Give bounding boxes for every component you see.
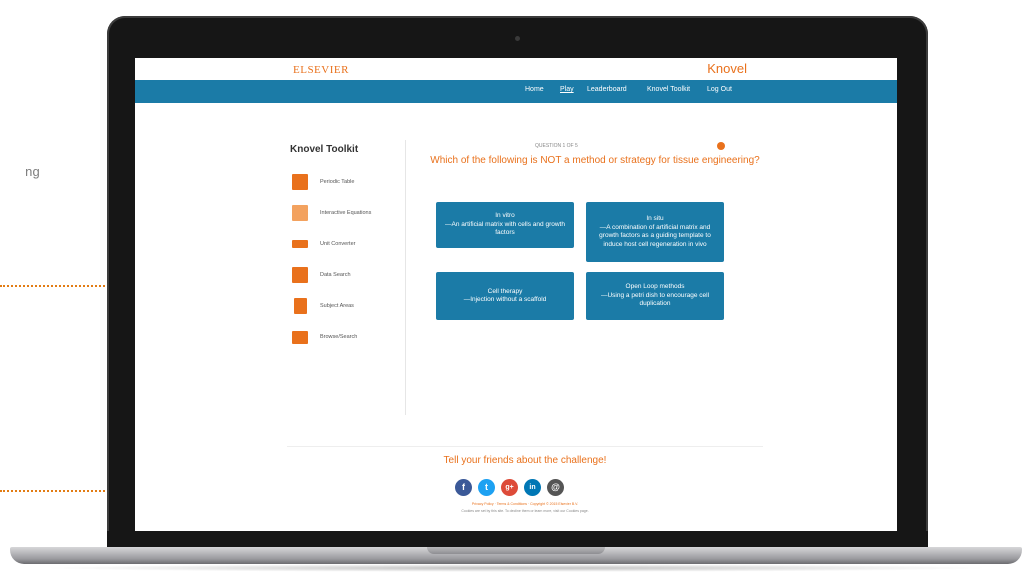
periodic-table-icon xyxy=(292,174,308,190)
facebook-icon[interactable]: f xyxy=(455,479,472,496)
sidebar-item-label: Subject Areas xyxy=(320,303,354,309)
footer-small-print: Cookies are set by this site. To decline… xyxy=(461,509,589,513)
sidebar-item-label: Periodic Table xyxy=(320,179,355,185)
share-heading: Tell your friends about the challenge! xyxy=(443,455,607,466)
nav-bar: Home Play Leaderboard Knovel Toolkit Log… xyxy=(135,80,897,103)
answer-label: Cell therapy —Injection without a scaffo… xyxy=(463,287,547,304)
sidebar-item-label: Data Search xyxy=(320,272,351,278)
sidebar-item-label: Interactive Equations xyxy=(320,210,372,216)
nav-logout[interactable]: Log Out xyxy=(707,86,732,93)
laptop-screen: ELSEVIER Knovel Home Play Leaderboard Kn… xyxy=(135,58,897,531)
nav-leaderboard[interactable]: Leaderboard xyxy=(587,86,627,93)
equations-icon xyxy=(292,205,308,221)
header-bar: ELSEVIER Knovel xyxy=(135,58,897,80)
linkedin-icon[interactable]: in xyxy=(524,479,541,496)
nav-play[interactable]: Play xyxy=(560,86,574,93)
answer-option-1[interactable]: In vitro —An artificial matrix with cell… xyxy=(436,202,574,248)
answer-label: In vitro —An artificial matrix with cell… xyxy=(445,212,565,237)
laptop-shadow xyxy=(40,564,992,572)
answer-label: In situ —A combination of artificial mat… xyxy=(599,215,711,248)
nav-toolkit[interactable]: Knovel Toolkit xyxy=(647,86,690,93)
laptop-bezel-bottom xyxy=(107,531,928,548)
sidebar-item-label: Unit Converter xyxy=(320,241,356,247)
twitter-icon[interactable]: t xyxy=(478,479,495,496)
answer-option-4[interactable]: Open Loop methods —Using a petri dish to… xyxy=(586,272,724,320)
elsevier-logo[interactable]: ELSEVIER xyxy=(293,64,349,76)
sidebar-item-label: Browse/Search xyxy=(320,334,358,340)
unit-converter-icon xyxy=(292,240,308,248)
google-plus-icon[interactable]: g+ xyxy=(501,479,518,496)
subject-areas-icon xyxy=(294,298,307,314)
nav-home[interactable]: Home xyxy=(525,86,544,93)
footer-links[interactable]: Privacy Policy · Terms & Conditions · Co… xyxy=(335,502,715,506)
webcam xyxy=(515,36,520,41)
divider xyxy=(405,140,406,415)
browse-folder-icon xyxy=(292,331,308,344)
knovel-logo[interactable]: Knovel xyxy=(707,61,747,76)
question-text: Which of the following is NOT a method o… xyxy=(430,155,760,166)
cropped-side-text: ng xyxy=(25,164,40,179)
divider xyxy=(287,446,763,447)
email-icon[interactable]: @ xyxy=(547,479,564,496)
help-icon[interactable] xyxy=(717,142,725,150)
laptop-notch xyxy=(427,547,605,554)
answer-label: Open Loop methods —Using a petri dish to… xyxy=(600,283,710,308)
answer-option-2[interactable]: In situ —A combination of artificial mat… xyxy=(586,202,724,262)
answer-option-3[interactable]: Cell therapy —Injection without a scaffo… xyxy=(436,272,574,320)
data-search-icon xyxy=(292,267,308,283)
sidebar-title: Knovel Toolkit xyxy=(290,144,359,155)
question-counter: QUESTION 1 OF 5 xyxy=(535,143,578,149)
